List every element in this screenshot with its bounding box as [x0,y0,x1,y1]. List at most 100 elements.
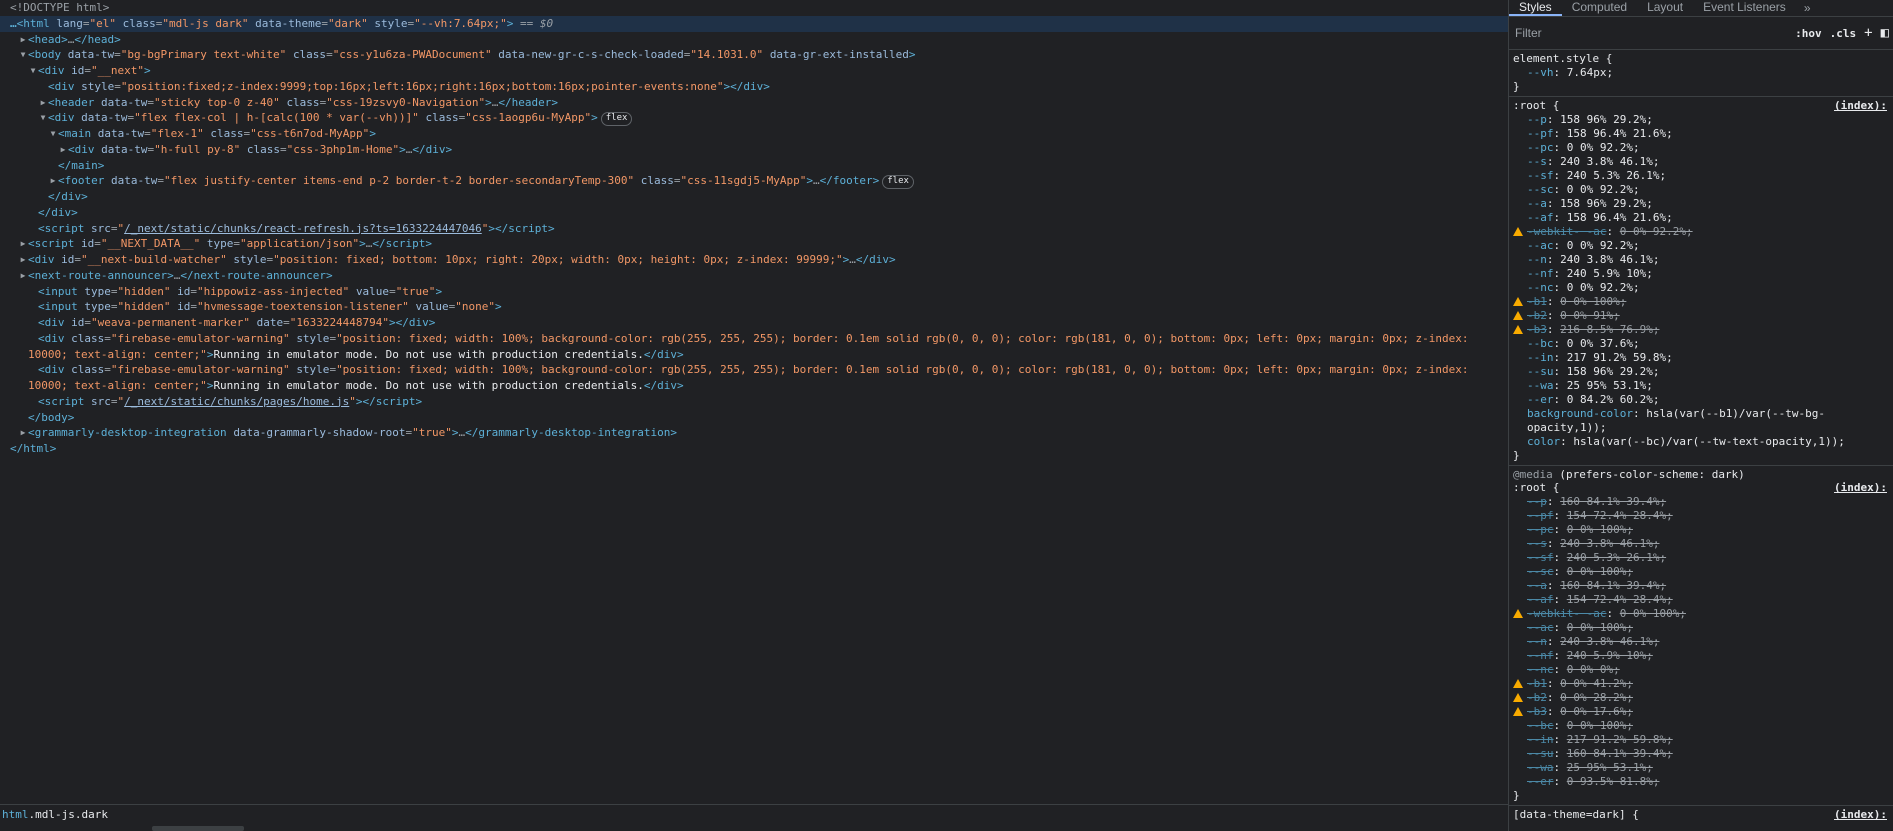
property-value[interactable]: 0 0% 92.2%; [1567,281,1640,294]
css-declaration[interactable]: --nc: 0 0% 92.2%; [1513,281,1887,295]
css-declaration[interactable]: --s: 240 3.8% 46.1%; [1513,155,1887,169]
dom-node[interactable]: ▼ <body data-tw="bg-bgPrimary text-white"… [0,47,1508,63]
tab-event-listeners[interactable]: Event Listeners [1693,0,1796,16]
css-declaration[interactable]: -b1: 0 0% 100%; [1513,295,1887,309]
property-value[interactable]: 0 0% 100%; [1560,295,1626,308]
css-declaration[interactable]: -b1: 0 0% 41.2%; [1513,677,1887,691]
property-value[interactable]: 160 84.1% 39.4%; [1560,495,1666,508]
property-name[interactable]: --s [1527,537,1547,550]
property-name[interactable]: --pc [1527,141,1554,154]
collapse-triangle-icon[interactable]: ▼ [28,63,38,79]
property-name[interactable]: -b2 [1527,309,1547,322]
css-declaration[interactable]: -webkit- -ac: 0 0% 100%; [1513,607,1887,621]
expand-triangle-icon[interactable]: ▶ [58,142,68,158]
property-value[interactable]: 0 0% 37.6%; [1567,337,1640,350]
css-declaration[interactable]: --nf: 240 5.9% 10%; [1513,267,1887,281]
property-value[interactable]: hsla(var(--bc)/var(--tw-text-opacity,1))… [1573,435,1845,448]
dom-node[interactable]: ▼ <div data-tw="flex flex-col | h-[calc(1… [0,110,1508,127]
warning-icon[interactable] [1513,609,1523,618]
css-declaration[interactable]: --su: 160 84.1% 39.4%; [1513,747,1887,761]
property-value[interactable]: 0 0% 100%; [1620,607,1686,620]
property-name[interactable]: --af [1527,593,1554,606]
expand-triangle-icon[interactable]: ▶ [38,95,48,111]
css-declaration[interactable]: --p: 160 84.1% 39.4%; [1513,495,1887,509]
breadcrumb-item[interactable]: html.mdl-js.dark [2,808,108,821]
property-value[interactable]: 154 72.4% 28.4%; [1567,509,1673,522]
property-value[interactable]: 158 96.4% 21.6%; [1567,127,1673,140]
dom-node[interactable]: ▶ <grammarly-desktop-integration data-gra… [0,425,1508,441]
property-value[interactable]: 158 96.4% 21.6%; [1567,211,1673,224]
property-name[interactable]: --sf [1527,551,1554,564]
expand-triangle-icon[interactable]: ▶ [48,173,58,189]
property-value[interactable]: 0 0% 92.2%; [1567,239,1640,252]
css-declaration[interactable]: -webkit- -ac: 0 0% 92.2%; [1513,225,1887,239]
css-declaration[interactable]: --pc: 0 0% 92.2%; [1513,141,1887,155]
property-value[interactable]: 0 0% 17.6%; [1560,705,1633,718]
property-value[interactable]: 216 8.5% 76.9%; [1560,323,1659,336]
property-name[interactable]: --er [1527,393,1554,406]
warning-icon[interactable] [1513,679,1523,688]
css-declaration[interactable]: --bc: 0 0% 37.6%; [1513,337,1887,351]
css-declaration[interactable]: --s: 240 3.8% 46.1%; [1513,537,1887,551]
more-tabs-icon[interactable]: » [1796,1,1819,15]
dom-node[interactable]: </div> [0,189,1508,205]
collapse-triangle-icon[interactable]: ▼ [18,47,28,63]
property-value[interactable]: 217 91.2% 59.8%; [1567,351,1673,364]
property-value[interactable]: 240 3.8% 46.1%; [1560,253,1659,266]
property-name[interactable]: -webkit- -ac [1527,607,1606,620]
rule-source-link[interactable]: (index): [1834,808,1887,822]
warning-icon[interactable] [1513,693,1523,702]
property-value[interactable]: 240 3.8% 46.1%; [1560,537,1659,550]
css-declaration[interactable]: --a: 158 96% 29.2%; [1513,197,1887,211]
property-value[interactable]: 160 84.1% 39.4%; [1567,747,1673,760]
property-name[interactable]: --nf [1527,649,1554,662]
property-value[interactable]: 240 5.3% 26.1%; [1567,169,1666,182]
property-name[interactable]: --sc [1527,183,1554,196]
property-value[interactable]: 0 84.2% 60.2%; [1567,393,1660,406]
dom-node[interactable]: <div class="firebase-emulator-warning" s… [0,331,1508,363]
property-value[interactable]: 7.64px; [1567,66,1613,79]
css-declaration[interactable]: --sc: 0 0% 100%; [1513,565,1887,579]
property-value[interactable]: 0 0% 0%; [1567,663,1620,676]
property-name[interactable]: --bc [1527,337,1554,350]
property-value[interactable]: 0 0% 100%; [1567,565,1633,578]
expand-triangle-icon[interactable]: ▶ [18,425,28,441]
dom-node-selected[interactable]: …<html lang="el" class="mdl-js dark" dat… [0,15,1508,32]
css-declaration[interactable]: --nc: 0 0% 0%; [1513,663,1887,677]
property-value[interactable]: 0 0% 92.2%; [1567,141,1640,154]
property-name[interactable]: -b3 [1527,705,1547,718]
property-name[interactable]: -webkit- -ac [1527,225,1606,238]
css-declaration[interactable]: --bc: 0 0% 100%; [1513,719,1887,733]
expand-triangle-icon[interactable]: ▶ [18,252,28,268]
property-name[interactable]: --ac [1527,621,1554,634]
css-declaration[interactable]: -b3: 216 8.5% 76.9%; [1513,323,1887,337]
dom-node[interactable]: ▶ <head>…</head> [0,32,1508,48]
css-declaration[interactable]: -b2: 0 0% 28.2%; [1513,691,1887,705]
warning-icon[interactable] [1513,311,1523,320]
scrollbar-thumb[interactable] [152,826,244,831]
dom-node[interactable]: <div style="position:fixed;z-index:9999;… [0,79,1508,95]
property-name[interactable]: --nc [1527,663,1554,676]
css-declaration[interactable]: -b3: 0 0% 17.6%; [1513,705,1887,719]
toggle-sidebar-icon[interactable]: ◧ [1877,25,1893,41]
warning-icon[interactable] [1513,227,1523,236]
property-value[interactable]: 217 91.2% 59.8%; [1567,733,1673,746]
dom-node[interactable]: <input type="hidden" id="hvmessage-toext… [0,299,1508,315]
expand-triangle-icon[interactable]: ▶ [18,268,28,284]
tab-computed[interactable]: Computed [1562,0,1637,16]
property-name[interactable]: --p [1527,113,1547,126]
expand-triangle-icon[interactable]: ▶ [18,236,28,252]
dom-node[interactable]: ▼ <main data-tw="flex-1" class="css-t6n7o… [0,126,1508,142]
property-name[interactable]: --in [1527,351,1554,364]
property-value[interactable]: 240 5.3% 26.1%; [1567,551,1666,564]
property-name[interactable]: --af [1527,211,1554,224]
property-name[interactable]: --sc [1527,565,1554,578]
css-declaration[interactable]: --sc: 0 0% 92.2%; [1513,183,1887,197]
dom-node[interactable]: </body> [0,410,1508,426]
css-declaration[interactable]: --af: 154 72.4% 28.4%; [1513,593,1887,607]
property-name[interactable]: --er [1527,775,1554,788]
property-name[interactable]: --in [1527,733,1554,746]
dom-node[interactable]: <div class="firebase-emulator-warning" s… [0,362,1508,394]
css-declaration[interactable]: --sf: 240 5.3% 26.1%; [1513,551,1887,565]
dom-node[interactable]: <input type="hidden" id="hippowiz-ass-in… [0,284,1508,300]
